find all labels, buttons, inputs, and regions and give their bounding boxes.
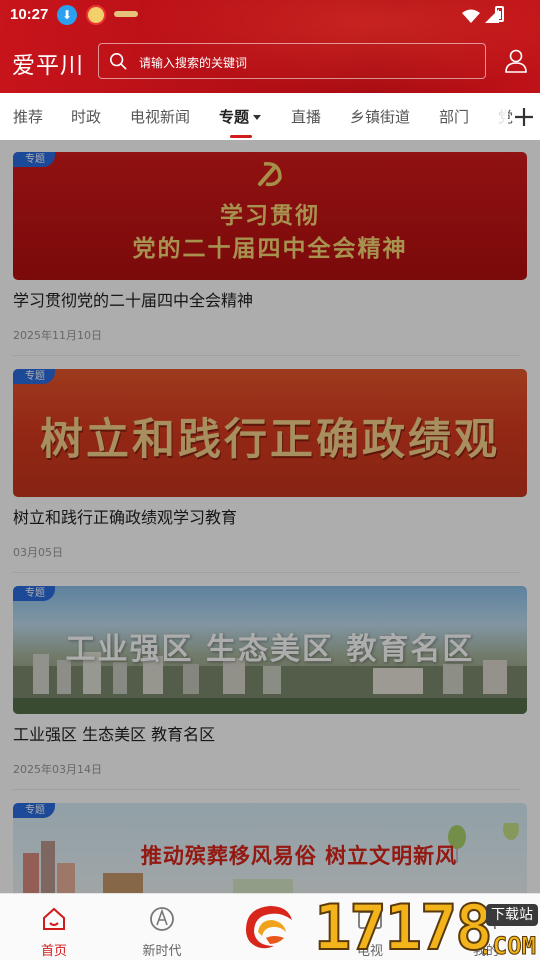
feed-banner: 专题 学习贯彻 党的二十届四中全会精神 <box>13 152 527 280</box>
tab-towns[interactable]: 乡镇街道 <box>350 106 410 127</box>
status-bar: 10:27 ⬇ <box>0 0 540 30</box>
banner-headline-2: 党的二十届四中全会精神 <box>132 236 408 262</box>
home-icon <box>43 907 65 930</box>
feed-banner: 专题 树立和践行正确政绩观 <box>13 369 527 497</box>
watermark-number: 17178 <box>313 891 494 960</box>
watermark-suffix: .COM <box>478 932 537 960</box>
tab-special[interactable]: 专题 <box>219 106 262 127</box>
dropdown-arrow-icon <box>253 115 262 120</box>
topic-badge: 专题 <box>13 369 55 384</box>
feed-item[interactable]: 专题 工业强区 生态美区 教育名区 工业强区 生态美区 教育名区 2025年03… <box>13 586 527 776</box>
feed-title: 工业强区 生态美区 教育名区 <box>13 725 216 744</box>
feed-item[interactable]: 专题 学习贯彻 党的二十届四中全会精神 学习贯彻党的二十届四中全会精神 2025… <box>13 152 527 342</box>
emblem-notification-icon <box>86 5 106 25</box>
app-header: 10:27 ⬇ 爱平川 请输入搜索的关键词 <box>0 0 540 93</box>
feed-banner: 专题 工业强区 生态美区 教育名区 <box>13 586 527 714</box>
download-notification-icon: ⬇ <box>57 5 77 25</box>
status-time: 10:27 <box>10 6 49 23</box>
divider <box>13 789 521 790</box>
banner-headline: 工业强区 生态美区 教育名区 <box>65 632 475 667</box>
divider <box>13 355 521 356</box>
tab-live[interactable]: 直播 <box>291 106 321 127</box>
user-icon[interactable] <box>503 48 529 74</box>
banner-headline-1: 学习贯彻 <box>220 203 320 229</box>
tab-recommend[interactable]: 推荐 <box>13 106 43 127</box>
nav-label-new-era: 新时代 <box>142 944 182 959</box>
tab-politics[interactable]: 时政 <box>71 106 101 127</box>
banner-headline: 推动殡葬移风易俗 树立文明新风 <box>140 844 458 868</box>
nav-new-era[interactable]: 新时代 <box>122 894 202 960</box>
tab-special-label: 专题 <box>219 108 250 126</box>
app-logo-icon[interactable] <box>240 900 298 956</box>
app-notification-icon <box>114 11 138 17</box>
app-logo-text: 爱平川 <box>12 53 84 79</box>
channel-tabs: 推荐 时政 电视新闻 专题 直播 乡镇街道 部门 党 <box>0 93 540 140</box>
active-tab-indicator <box>230 135 252 138</box>
watermark-badge: 下载站 <box>486 904 538 926</box>
new-era-icon <box>150 907 174 931</box>
nav-label-home: 首页 <box>40 944 67 959</box>
feed-item[interactable]: 专题 树立和践行正确政绩观 树立和践行正确政绩观学习教育 03月05日 <box>13 369 527 559</box>
feed-title: 学习贯彻党的二十届四中全会精神 <box>13 291 254 310</box>
feed-date: 03月05日 <box>13 546 63 559</box>
search-icon <box>109 52 127 70</box>
feed-date: 2025年11月10日 <box>13 329 102 342</box>
divider <box>13 572 521 573</box>
topic-badge: 专题 <box>13 803 55 818</box>
feed-date: 2025年03月14日 <box>13 763 102 776</box>
site-watermark: 17178 下载站 .COM <box>313 891 540 960</box>
search-placeholder: 请输入搜索的关键词 <box>139 56 248 70</box>
add-channel-icon[interactable] <box>512 105 536 129</box>
tab-departments[interactable]: 部门 <box>439 106 469 127</box>
party-emblem-icon <box>258 162 282 187</box>
tab-tv-news[interactable]: 电视新闻 <box>130 106 190 127</box>
topic-badge: 专题 <box>13 586 55 601</box>
battery-icon <box>495 6 504 22</box>
topic-badge: 专题 <box>13 152 55 167</box>
feed-title: 树立和践行正确政绩观学习教育 <box>13 508 238 527</box>
banner-headline: 树立和践行正确政绩观 <box>40 415 500 465</box>
nav-home[interactable]: 首页 <box>14 894 94 960</box>
tab-fade <box>478 93 508 140</box>
search-input[interactable]: 请输入搜索的关键词 <box>98 43 486 79</box>
